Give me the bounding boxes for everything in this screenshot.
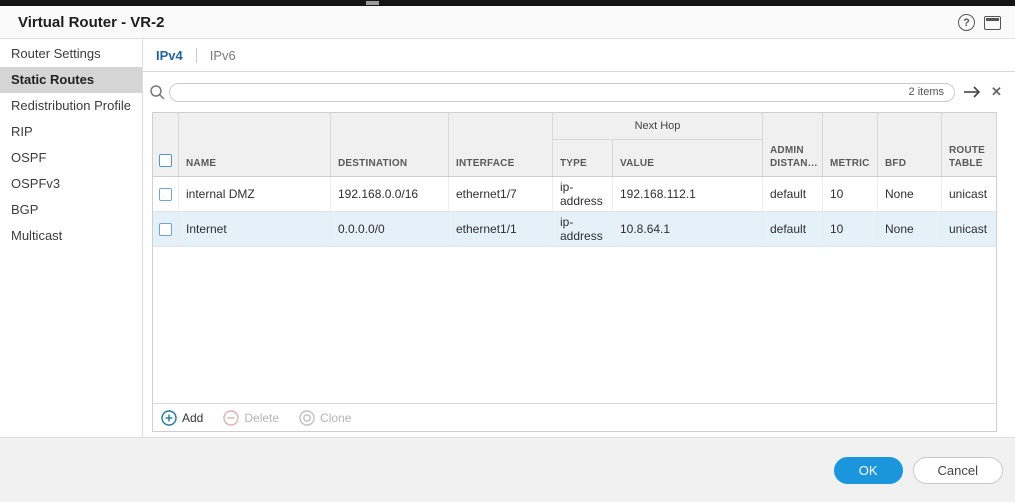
delete-button-label: Delete (244, 411, 279, 425)
cell-type: ip-address (553, 177, 613, 211)
col-header-metric[interactable]: METRIC (823, 113, 878, 176)
cell-metric: 10 (823, 177, 878, 211)
search-field-container: 2 items (169, 83, 955, 102)
add-button[interactable]: Add (161, 410, 203, 426)
delete-icon (223, 410, 239, 426)
col-header-route-table[interactable]: ROUTE TABLE (942, 113, 998, 176)
add-icon (161, 410, 177, 426)
search-bar: 2 items ✕ (143, 72, 1015, 112)
tab-ipv4[interactable]: IPv4 (143, 48, 196, 63)
cell-value: 192.168.112.1 (613, 177, 763, 211)
col-header-interface[interactable]: INTERFACE (449, 113, 553, 176)
col-group-next-hop: Next Hop (553, 113, 763, 140)
add-button-label: Add (182, 411, 203, 425)
cancel-button[interactable]: Cancel (913, 457, 1003, 484)
cell-destination: 0.0.0.0/0 (331, 212, 449, 246)
header-icons: ? (958, 14, 1001, 31)
table-row[interactable]: internal DMZ 192.168.0.0/16 ethernet1/7 … (153, 177, 996, 212)
row-checkbox-cell (153, 177, 179, 211)
search-input[interactable] (170, 85, 909, 100)
items-count-label: 2 items (909, 86, 954, 98)
cell-route-table: unicast (942, 177, 998, 211)
clone-button-label: Clone (320, 411, 351, 425)
sidebar-item-router-settings[interactable]: Router Settings (0, 41, 142, 67)
browser-strip-mark (366, 1, 379, 5)
dialog-footer: OK Cancel (0, 437, 1015, 502)
row-checkbox-cell (153, 212, 179, 246)
window-panel-icon[interactable] (984, 16, 1001, 30)
cell-route-table: unicast (942, 212, 998, 246)
row-checkbox[interactable] (159, 223, 172, 236)
sidebar: Router Settings Static Routes Redistribu… (0, 39, 143, 437)
cell-destination: 192.168.0.0/16 (331, 177, 449, 211)
col-header-destination[interactable]: DESTINATION (331, 113, 449, 176)
col-header-value[interactable]: VALUE (613, 140, 763, 176)
col-header-admin-distance[interactable]: ADMIN DISTAN… (763, 113, 823, 176)
col-header-type[interactable]: TYPE (553, 140, 613, 176)
sidebar-item-bgp[interactable]: BGP (0, 197, 142, 223)
row-checkbox[interactable] (159, 188, 172, 201)
sidebar-item-static-routes[interactable]: Static Routes (0, 67, 142, 93)
virtual-router-dialog: Virtual Router - VR-2 ? Router Settings … (0, 0, 1015, 502)
col-header-bfd[interactable]: BFD (878, 113, 942, 176)
cell-bfd: None (878, 212, 942, 246)
delete-button[interactable]: Delete (223, 410, 279, 426)
ok-button[interactable]: OK (834, 457, 903, 484)
table-row[interactable]: Internet 0.0.0.0/0 ethernet1/1 ip-addres… (153, 212, 996, 247)
sidebar-item-ospfv3[interactable]: OSPFv3 (0, 171, 142, 197)
search-icon (149, 84, 166, 101)
cell-admin-distance: default (763, 177, 823, 211)
apply-filter-arrow-icon[interactable] (963, 85, 983, 99)
table-header: NAME DESTINATION INTERFACE Next Hop TYPE… (153, 113, 996, 177)
dialog-title: Virtual Router - VR-2 (18, 6, 164, 39)
clone-icon (299, 410, 315, 426)
cell-type: ip-address (553, 212, 613, 246)
cell-bfd: None (878, 177, 942, 211)
cell-interface: ethernet1/7 (449, 177, 553, 211)
table-toolbar: Add Delete Clone (153, 403, 996, 431)
cell-admin-distance: default (763, 212, 823, 246)
tabs-bar: IPv4 IPv6 (143, 39, 1015, 72)
tab-ipv6[interactable]: IPv6 (197, 48, 249, 63)
header-checkbox-cell (153, 113, 179, 176)
main-content: IPv4 IPv6 2 items ✕ (143, 39, 1015, 437)
sidebar-item-redistribution-profile[interactable]: Redistribution Profile (0, 93, 142, 119)
dialog-header: Virtual Router - VR-2 ? (0, 6, 1015, 39)
cell-interface: ethernet1/1 (449, 212, 553, 246)
clear-filter-x-icon[interactable]: ✕ (991, 84, 1002, 100)
sidebar-item-multicast[interactable]: Multicast (0, 223, 142, 249)
cell-metric: 10 (823, 212, 878, 246)
sidebar-item-rip[interactable]: RIP (0, 119, 142, 145)
col-header-name[interactable]: NAME (179, 113, 331, 176)
help-icon[interactable]: ? (958, 14, 975, 31)
cell-name: Internet (179, 212, 331, 246)
static-routes-table: NAME DESTINATION INTERFACE Next Hop TYPE… (152, 112, 997, 432)
cell-value: 10.8.64.1 (613, 212, 763, 246)
sidebar-item-ospf[interactable]: OSPF (0, 145, 142, 171)
cell-name: internal DMZ (179, 177, 331, 211)
select-all-checkbox[interactable] (159, 154, 172, 167)
clone-button[interactable]: Clone (299, 410, 351, 426)
